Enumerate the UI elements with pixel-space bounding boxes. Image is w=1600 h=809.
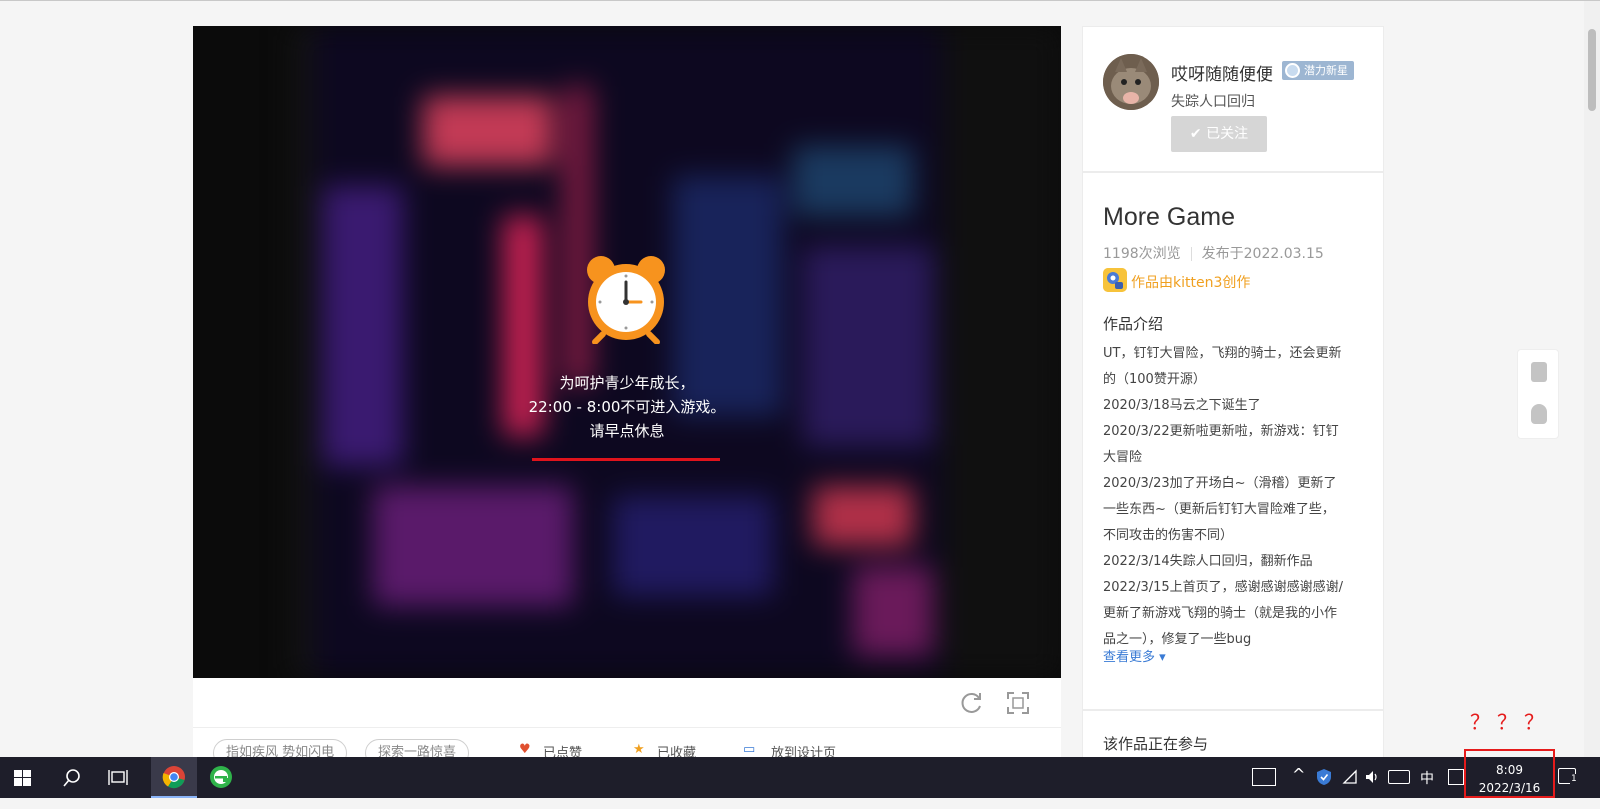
intro-line: 更新了新游戏飞翔的骑士（就是我的小作 [1103, 606, 1338, 621]
kitten-app-icon [1103, 268, 1127, 292]
intro-text: UT，钉钉大冒险，飞翔的骑士，还会更新 的（100赞开源） 2020/3/18马… [1103, 341, 1369, 653]
meta-divider [1190, 247, 1192, 261]
favorite-button[interactable]: 已收藏 [657, 742, 696, 757]
browser-e-icon [210, 766, 232, 788]
author-signature: 失踪人口回归 [1171, 94, 1255, 110]
made-with-label: 作品由kitten3创作 [1131, 275, 1251, 291]
security-shield-icon[interactable] [1316, 768, 1332, 786]
intro-line: 2020/3/23加了开场白~（滑稽）更新了 [1103, 476, 1337, 491]
tag-chip[interactable]: 探索一路惊喜 [365, 739, 470, 757]
keyboard-icon[interactable] [1388, 770, 1410, 784]
question-marks-annotation: ？？？ [1470, 710, 1551, 734]
participation-card: 该作品正在参与 [1082, 710, 1384, 757]
tag-chip[interactable]: 指如疾风 势如闪电 [213, 739, 348, 757]
curfew-message-line2: 22:00 - 8:00不可进入游戏。 [528, 398, 726, 416]
game-toolbar [193, 678, 1061, 728]
author-card: 哎呀随随便便 潜力新星 失踪人口回归 ✔ 已关注 [1082, 26, 1384, 172]
design-icon[interactable]: ▭ [743, 742, 755, 757]
badge-star-icon [1285, 63, 1300, 78]
author-avatar[interactable] [1103, 54, 1159, 110]
cat-avatar-image [1103, 54, 1159, 110]
like-icon[interactable]: ♥ [519, 742, 531, 757]
intro-line: 一些东西~（更新后钉钉大冒险难了些， [1103, 502, 1335, 517]
author-name[interactable]: 哎呀随随便便 [1171, 60, 1273, 85]
news-widget-icon[interactable] [1252, 768, 1276, 786]
scroll-thumb[interactable] [1588, 29, 1596, 111]
favorite-icon[interactable]: ★ [633, 742, 645, 757]
intro-line: UT，钉钉大冒险，飞翔的骑士，还会更新 [1103, 346, 1342, 361]
red-box-annotation [1464, 749, 1555, 798]
input-grid-icon[interactable] [1448, 769, 1464, 785]
red-underline-annotation [532, 458, 720, 461]
ime-indicator[interactable]: 中 [1420, 768, 1434, 809]
game-player[interactable]: 为呵护青少年成长， 22:00 - 8:00不可进入游戏。 请早点休息 [193, 26, 1061, 678]
notification-count: 1 [1570, 774, 1578, 784]
intro-line: 2020/3/22更新啦更新啦，新游戏：钉钉 [1103, 424, 1339, 439]
work-title: More Game [1103, 203, 1235, 231]
like-button[interactable]: 已点赞 [543, 742, 582, 757]
fullscreen-icon[interactable] [1005, 690, 1031, 716]
intro-line: 大冒险 [1103, 450, 1143, 465]
page-scrollbar[interactable] [1584, 1, 1600, 757]
intro-line: 2022/3/15上首页了，感谢感谢感谢感谢/ [1103, 580, 1344, 595]
intro-heading: 作品介绍 [1103, 315, 1164, 333]
intro-line: 2022/3/14失踪人口回归，翻新作品 [1103, 554, 1313, 569]
intro-line: 的（100赞开源） [1103, 372, 1206, 387]
qq-icon[interactable] [1531, 404, 1547, 424]
floating-sidebar [1517, 349, 1559, 439]
work-meta: 1198次浏览 发布于2022.03.15 [1103, 243, 1324, 263]
see-more-link[interactable]: 查看更多 ▾ [1103, 646, 1166, 665]
task-view-icon[interactable] [108, 769, 128, 787]
ie-taskbar-button[interactable] [198, 757, 244, 798]
badge-label: 潜力新星 [1304, 64, 1348, 77]
windows-start-icon[interactable] [14, 770, 31, 786]
search-icon[interactable] [62, 768, 82, 788]
view-count: 1198次浏览 [1103, 246, 1181, 262]
followed-button[interactable]: ✔ 已关注 [1171, 116, 1267, 152]
action-center-icon[interactable]: 1 [1558, 768, 1578, 784]
to-design-button[interactable]: 放到设计页 [771, 742, 836, 757]
windows-taskbar: ^ 中 1 [0, 757, 1600, 798]
chevron-up-icon[interactable]: ^ [1292, 765, 1305, 806]
curfew-overlay: 为呵护青少年成长， 22:00 - 8:00不可进入游戏。 请早点休息 [193, 26, 1061, 678]
work-info-card: More Game 1198次浏览 发布于2022.03.15 作品由kitten… [1082, 172, 1384, 710]
volume-icon[interactable] [1364, 769, 1380, 785]
intro-line: 不同攻击的伤害不同） [1103, 528, 1234, 543]
curfew-message-line1: 为呵护青少年成长， [559, 374, 695, 392]
network-icon[interactable] [1342, 769, 1358, 785]
publish-date: 发布于2022.03.15 [1201, 246, 1324, 262]
intro-line: 2020/3/18马云之下诞生了 [1103, 398, 1261, 413]
curfew-message-line3: 请早点休息 [589, 422, 665, 440]
project-page: 为呵护青少年成长， 22:00 - 8:00不可进入游戏。 请早点休息 指如疾风… [0, 1, 1584, 757]
chrome-icon [162, 766, 185, 789]
potential-star-badge: 潜力新星 [1282, 61, 1354, 80]
restart-icon[interactable] [959, 690, 985, 716]
alarm-clock-icon [587, 256, 665, 344]
tags-and-actions-bar: 指如疾风 势如闪电 探索一路惊喜 ♥ 已点赞 ★ 已收藏 ▭ 放到设计页 [193, 728, 1061, 757]
mobile-icon[interactable] [1531, 362, 1547, 382]
chrome-taskbar-button[interactable] [151, 757, 197, 798]
participating-heading: 该作品正在参与 [1103, 735, 1209, 753]
